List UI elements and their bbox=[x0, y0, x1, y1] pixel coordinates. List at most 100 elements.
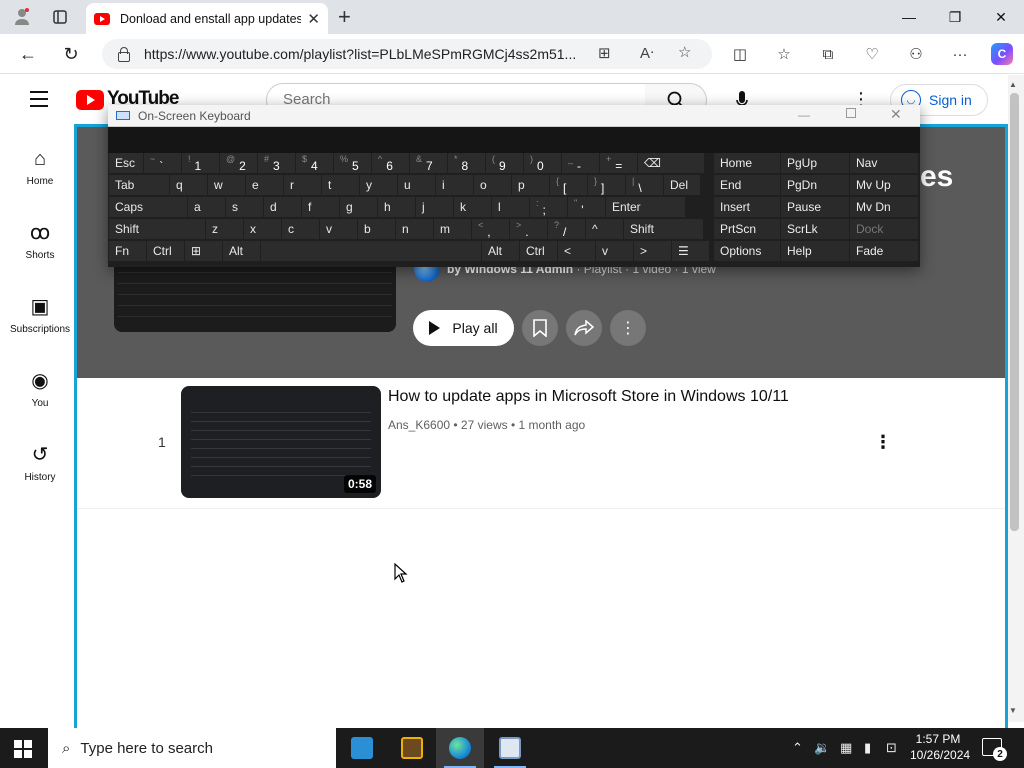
osk-nav-key-mv-up[interactable]: Mv Up bbox=[850, 175, 918, 195]
osk-nav-key-pgdn[interactable]: PgDn bbox=[781, 175, 849, 195]
osk-key-2-8[interactable]: k bbox=[454, 197, 491, 217]
osk-nav-key-dock[interactable]: Dock bbox=[850, 219, 918, 239]
osk-key-3-8[interactable]: <, bbox=[472, 219, 509, 239]
more-actions-button[interactable]: ⋮ bbox=[610, 310, 646, 346]
taskbar-app-osk[interactable] bbox=[486, 728, 534, 768]
osk-key-4-0[interactable]: Fn bbox=[109, 241, 146, 261]
sidebar-item-subscriptions[interactable]: ▣ Subscriptions bbox=[0, 294, 80, 335]
scrollbar-thumb[interactable] bbox=[1010, 93, 1019, 531]
new-tab-button[interactable]: + bbox=[338, 4, 351, 30]
osk-key-4-2[interactable]: ⊞ bbox=[185, 241, 222, 261]
osk-key-3-12[interactable]: Shift bbox=[624, 219, 703, 239]
osk-key-0-1[interactable]: ~ ` bbox=[144, 153, 181, 173]
restore-button[interactable]: ❐ bbox=[932, 4, 978, 30]
browser-essentials-icon[interactable]: ♡ bbox=[859, 42, 885, 66]
osk-key-1-0[interactable]: Tab bbox=[109, 175, 169, 195]
osk-minimize-button[interactable]: — bbox=[798, 108, 810, 122]
menu-icon[interactable] bbox=[30, 91, 48, 112]
save-playlist-button[interactable] bbox=[522, 310, 558, 346]
osk-key-0-3[interactable]: @2 bbox=[220, 153, 257, 173]
osk-key-4-4[interactable] bbox=[261, 241, 481, 261]
osk-key-1-9[interactable]: o bbox=[474, 175, 511, 195]
osk-nav-key-scrlk[interactable]: ScrLk bbox=[781, 219, 849, 239]
osk-nav-key-pgup[interactable]: PgUp bbox=[781, 153, 849, 173]
osk-key-0-0[interactable]: Esc bbox=[109, 153, 143, 173]
sidebar-item-you[interactable]: ◉ You bbox=[0, 368, 80, 409]
osk-key-1-3[interactable]: e bbox=[246, 175, 283, 195]
osk-key-2-5[interactable]: g bbox=[340, 197, 377, 217]
taskbar-app-edge[interactable] bbox=[436, 728, 484, 768]
close-window-button[interactable]: ✕ bbox=[978, 4, 1024, 30]
osk-key-0-6[interactable]: % 5 bbox=[334, 153, 371, 173]
osk-key-4-8[interactable]: v bbox=[596, 241, 633, 261]
volume-icon[interactable]: 🔉 bbox=[814, 740, 830, 756]
tab-close-icon[interactable]: ✕ bbox=[307, 10, 320, 28]
osk-key-0-8[interactable]: & 7 bbox=[410, 153, 447, 173]
osk-nav-key-end[interactable]: End bbox=[714, 175, 780, 195]
osk-key-2-11[interactable]: " ' bbox=[568, 197, 605, 217]
osk-key-1-7[interactable]: u bbox=[398, 175, 435, 195]
sidebar-item-shorts[interactable]: ꝏ Shorts bbox=[0, 220, 80, 261]
osk-key-4-9[interactable]: > bbox=[634, 241, 671, 261]
lock-icon[interactable] bbox=[116, 47, 130, 62]
osk-key-1-6[interactable]: y bbox=[360, 175, 397, 195]
osk-key-3-0[interactable]: Shift bbox=[109, 219, 205, 239]
osk-key-1-11[interactable]: {[ bbox=[550, 175, 587, 195]
taskbar-search-box[interactable]: ⌕ Type here to search bbox=[48, 728, 336, 768]
osk-nav-key-fade[interactable]: Fade bbox=[850, 241, 918, 261]
osk-key-4-7[interactable]: < bbox=[558, 241, 595, 261]
address-bar[interactable]: https://www.youtube.com/playlist?list=PL… bbox=[102, 39, 712, 69]
read-aloud-icon[interactable]: Aᐧ bbox=[640, 44, 654, 62]
favorites-icon[interactable]: ☆ bbox=[771, 42, 797, 66]
favorite-star-icon[interactable]: ☆ bbox=[678, 43, 691, 61]
profile-icon[interactable] bbox=[10, 6, 34, 28]
osk-key-1-13[interactable]: | \ bbox=[626, 175, 663, 195]
back-button[interactable]: ← bbox=[15, 42, 41, 66]
playlist-thumbnail[interactable] bbox=[114, 262, 396, 332]
osk-nav-key-insert[interactable]: Insert bbox=[714, 197, 780, 217]
network-icon[interactable]: ▦ bbox=[840, 740, 852, 756]
osk-key-2-3[interactable]: d bbox=[264, 197, 301, 217]
osk-maximize-button[interactable] bbox=[846, 108, 856, 118]
settings-more-icon[interactable]: ··· bbox=[947, 42, 973, 66]
osk-key-1-10[interactable]: p bbox=[512, 175, 549, 195]
sidebar-item-home[interactable]: ⌂ Home bbox=[0, 146, 80, 187]
osk-key-2-2[interactable]: s bbox=[226, 197, 263, 217]
osk-nav-key-nav[interactable]: Nav bbox=[850, 153, 918, 173]
youtube-logo-icon[interactable] bbox=[76, 90, 104, 110]
osk-key-2-7[interactable]: j bbox=[416, 197, 453, 217]
osk-key-3-4[interactable]: v bbox=[320, 219, 357, 239]
app-available-icon[interactable]: ⊞ bbox=[598, 44, 611, 62]
copilot-icon[interactable]: C bbox=[991, 43, 1013, 65]
play-all-button[interactable]: Play all bbox=[413, 310, 514, 346]
refresh-button[interactable]: ↻ bbox=[58, 42, 84, 66]
show-hidden-icons-icon[interactable]: ⌃ bbox=[792, 740, 803, 756]
osk-key-0-12[interactable]: _ - bbox=[562, 153, 599, 173]
start-button[interactable] bbox=[14, 740, 32, 758]
osk-key-3-11[interactable]: ^ bbox=[586, 219, 623, 239]
osk-key-2-0[interactable]: Caps bbox=[109, 197, 187, 217]
osk-key-1-12[interactable]: }] bbox=[588, 175, 625, 195]
osk-key-1-8[interactable]: i bbox=[436, 175, 473, 195]
osk-nav-key-options[interactable]: Options bbox=[714, 241, 780, 261]
sidebar-item-history[interactable]: ↺ History bbox=[0, 442, 80, 483]
osk-nav-key-home[interactable]: Home bbox=[714, 153, 780, 173]
osk-key-0-2[interactable]: ! 1 bbox=[182, 153, 219, 173]
language-icon[interactable]: ⊡ bbox=[886, 740, 897, 756]
osk-key-3-5[interactable]: b bbox=[358, 219, 395, 239]
osk-key-3-9[interactable]: >. bbox=[510, 219, 547, 239]
share-button[interactable] bbox=[566, 310, 602, 346]
osk-key-4-10[interactable]: ☰ bbox=[672, 241, 709, 261]
osk-key-4-3[interactable]: Alt bbox=[223, 241, 260, 261]
video-thumbnail[interactable]: 0:58 bbox=[181, 386, 381, 498]
split-screen-icon[interactable]: ◫ bbox=[727, 42, 753, 66]
osk-key-0-4[interactable]: #3 bbox=[258, 153, 295, 173]
extensions-icon[interactable]: ⚇ bbox=[903, 42, 929, 66]
taskbar-clock[interactable]: 1:57 PM 10/26/2024 bbox=[910, 731, 970, 763]
osk-key-3-1[interactable]: z bbox=[206, 219, 243, 239]
osk-nav-key-help[interactable]: Help bbox=[781, 241, 849, 261]
osk-key-1-14[interactable]: Del bbox=[664, 175, 700, 195]
osk-key-0-5[interactable]: $4 bbox=[296, 153, 333, 173]
osk-key-4-1[interactable]: Ctrl bbox=[147, 241, 184, 261]
osk-key-3-3[interactable]: c bbox=[282, 219, 319, 239]
